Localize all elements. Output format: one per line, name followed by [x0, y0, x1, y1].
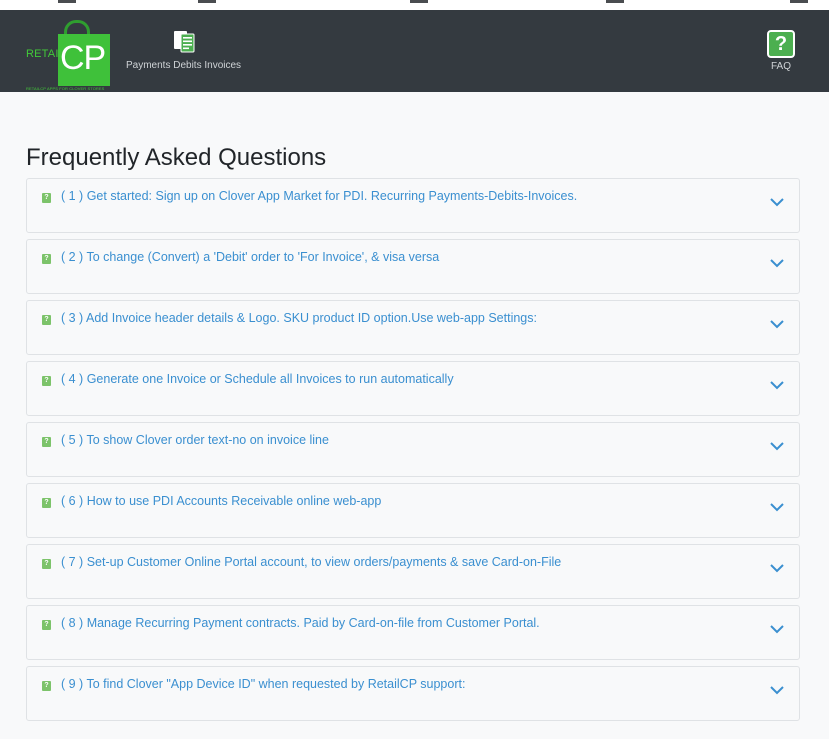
invoice-stack-icon: [174, 31, 195, 53]
chevron-down-icon[interactable]: [769, 195, 785, 209]
chevron-down-icon[interactable]: [769, 500, 785, 514]
faq-question-text[interactable]: ( 6 ) How to use PDI Accounts Receivable…: [61, 494, 381, 508]
faq-item-1[interactable]: ? ( 1 ) Get started: Sign up on Clover A…: [26, 178, 800, 233]
faq-question-text[interactable]: ( 2 ) To change (Convert) a 'Debit' orde…: [61, 250, 439, 264]
faq-item-4[interactable]: ? ( 4 ) Generate one Invoice or Schedule…: [26, 361, 800, 416]
question-badge-icon: ?: [42, 193, 51, 203]
top-navbar: RETAIL CP RETAILCP APPS FOR CLOVER STORE…: [0, 10, 829, 92]
chevron-down-icon[interactable]: [769, 561, 785, 575]
faq-question-text[interactable]: ( 7 ) Set-up Customer Online Portal acco…: [61, 555, 561, 569]
nav-pdi-label: Payments Debits Invoices: [126, 60, 242, 71]
chevron-down-icon[interactable]: [769, 256, 785, 270]
chevron-down-icon[interactable]: [769, 317, 785, 331]
question-badge-icon: ?: [42, 620, 51, 630]
faq-question-text[interactable]: ( 4 ) Generate one Invoice or Schedule a…: [61, 372, 454, 386]
browser-top-strip: [0, 0, 829, 10]
faq-item-2[interactable]: ? ( 2 ) To change (Convert) a 'Debit' or…: [26, 239, 800, 294]
page-title: Frequently Asked Questions: [26, 144, 327, 171]
faq-item-6[interactable]: ? ( 6 ) How to use PDI Accounts Receivab…: [26, 483, 800, 538]
faq-question-text[interactable]: ( 8 ) Manage Recurring Payment contracts…: [61, 616, 540, 630]
question-badge-icon: ?: [42, 681, 51, 691]
logo-cp-text: CP: [60, 39, 106, 77]
chevron-down-icon[interactable]: [769, 683, 785, 697]
faq-item-5[interactable]: ? ( 5 ) To show Clover order text-no on …: [26, 422, 800, 477]
strip-mark: [606, 0, 624, 3]
faq-item-7[interactable]: ? ( 7 ) Set-up Customer Online Portal ac…: [26, 544, 800, 599]
faq-item-8[interactable]: ? ( 8 ) Manage Recurring Payment contrac…: [26, 605, 800, 660]
strip-mark: [790, 0, 808, 3]
nav-faq-label: FAQ: [770, 61, 791, 72]
faq-question-text[interactable]: ( 3 ) Add Invoice header details & Logo.…: [61, 311, 537, 325]
question-badge-icon: ?: [42, 498, 51, 508]
question-badge-icon: ?: [42, 437, 51, 447]
nav-faq[interactable]: ? FAQ: [760, 30, 802, 76]
retailcp-logo[interactable]: RETAIL CP RETAILCP APPS FOR CLOVER STORE…: [24, 20, 112, 94]
strip-mark: [198, 0, 216, 3]
question-badge-icon: ?: [42, 376, 51, 386]
chevron-down-icon[interactable]: [769, 378, 785, 392]
strip-mark: [410, 0, 428, 3]
faq-item-9[interactable]: ? ( 9 ) To find Clover "App Device ID" w…: [26, 666, 800, 721]
strip-mark: [58, 0, 76, 3]
question-badge-icon: ?: [42, 559, 51, 569]
nav-payments-debits-invoices[interactable]: Payments Debits Invoices: [122, 28, 248, 76]
help-question-icon: ?: [767, 30, 795, 58]
logo-tagline: RETAILCP APPS FOR CLOVER STORES: [26, 86, 105, 91]
faq-question-text[interactable]: ( 1 ) Get started: Sign up on Clover App…: [61, 189, 577, 203]
chevron-down-icon[interactable]: [769, 439, 785, 453]
faq-question-text[interactable]: ( 9 ) To find Clover "App Device ID" whe…: [61, 677, 465, 691]
question-badge-icon: ?: [42, 254, 51, 264]
question-badge-icon: ?: [42, 315, 51, 325]
faq-question-text[interactable]: ( 5 ) To show Clover order text-no on in…: [61, 433, 329, 447]
faq-accordion: ? ( 1 ) Get started: Sign up on Clover A…: [26, 178, 800, 727]
chevron-down-icon[interactable]: [769, 622, 785, 636]
faq-item-3[interactable]: ? ( 3 ) Add Invoice header details & Log…: [26, 300, 800, 355]
